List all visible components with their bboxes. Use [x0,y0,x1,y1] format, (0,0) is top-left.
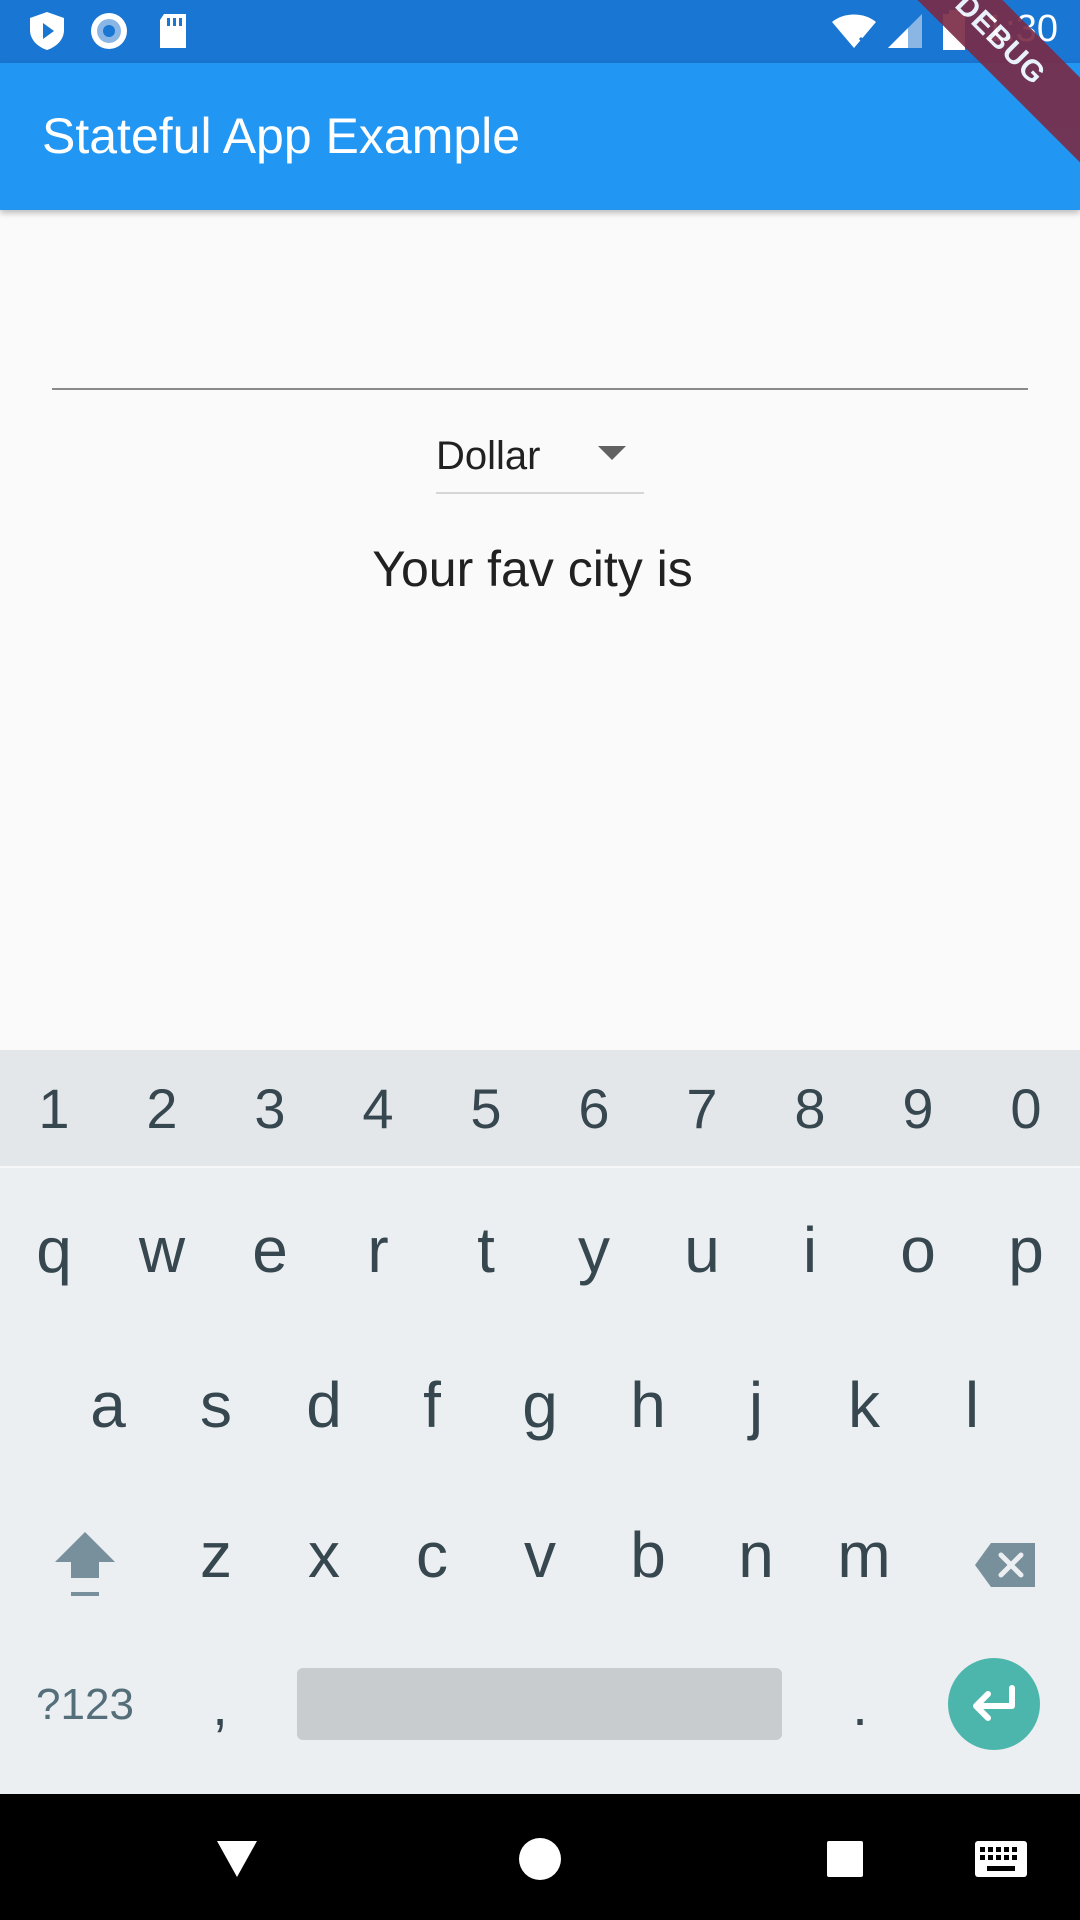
key-z[interactable]: z [162,1490,270,1620]
key-v[interactable]: v [486,1490,594,1620]
dropdown-selected-value: Dollar [436,433,541,478]
fav-city-text: Your fav city is [372,541,693,597]
home-icon [519,1838,561,1880]
app-bar: Stateful App Example [0,63,1080,210]
play-protect-icon [26,10,68,52]
currency-dropdown[interactable]: Dollar [436,420,644,494]
key-m[interactable]: m [810,1490,918,1620]
key-t[interactable]: t [432,1190,540,1310]
key-h[interactable]: h [594,1340,702,1470]
period-key[interactable]: . [810,1645,910,1765]
key-8[interactable]: 8 [756,1050,864,1166]
key-3[interactable]: 3 [216,1050,324,1166]
key-u[interactable]: u [648,1190,756,1310]
navigation-bar [0,1794,1080,1920]
key-9[interactable]: 9 [864,1050,972,1166]
enter-key[interactable] [948,1658,1040,1750]
key-6[interactable]: 6 [540,1050,648,1166]
key-4[interactable]: 4 [324,1050,432,1166]
city-text-field[interactable] [52,250,1028,390]
key-g[interactable]: g [486,1340,594,1470]
app-title: Stateful App Example [42,108,521,164]
keyboard-number-row: 1 2 3 4 5 6 7 8 9 0 [0,1050,1080,1168]
key-f[interactable]: f [378,1340,486,1470]
symbols-key[interactable]: ?123 [20,1645,150,1765]
keyboard-icon [975,1841,1027,1877]
recents-button[interactable] [810,1824,880,1894]
key-a[interactable]: a [54,1340,162,1470]
key-p[interactable]: p [972,1190,1080,1310]
keyboard-row-3: z x c v b n m [0,1490,1080,1620]
key-n[interactable]: n [702,1490,810,1620]
keyboard-row-1: q w e r t y u i o p [0,1190,1080,1310]
key-r[interactable]: r [324,1190,432,1310]
shift-key[interactable] [40,1510,130,1620]
key-x[interactable]: x [270,1490,378,1620]
key-w[interactable]: w [108,1190,216,1310]
key-d[interactable]: d [270,1340,378,1470]
dropdown-arrow-icon [598,446,626,460]
key-e[interactable]: e [216,1190,324,1310]
recents-icon [827,1841,863,1877]
status-bar: 1:30 [0,0,1080,63]
space-key[interactable] [297,1668,782,1740]
soft-keyboard: 1 2 3 4 5 6 7 8 9 0 q w e r t y u i o p … [0,1050,1080,1794]
key-y[interactable]: y [540,1190,648,1310]
record-icon [88,10,130,52]
key-1[interactable]: 1 [0,1050,108,1166]
backspace-key[interactable] [955,1510,1055,1620]
key-0[interactable]: 0 [972,1050,1080,1166]
keyboard-row-2: a s d f g h j k l [54,1340,1026,1470]
comma-key[interactable]: , [170,1645,270,1765]
backspace-icon [975,1543,1035,1587]
key-2[interactable]: 2 [108,1050,216,1166]
key-c[interactable]: c [378,1490,486,1620]
keyboard-switch-button[interactable] [966,1824,1036,1894]
key-i[interactable]: i [756,1190,864,1310]
back-button[interactable] [202,1824,272,1894]
key-q[interactable]: q [0,1190,108,1310]
signal-icon [884,10,926,52]
wifi-icon [830,10,878,52]
key-7[interactable]: 7 [648,1050,756,1166]
key-b[interactable]: b [594,1490,702,1620]
sd-card-icon [152,10,194,52]
shift-icon [55,1532,115,1596]
key-j[interactable]: j [702,1340,810,1470]
key-o[interactable]: o [864,1190,972,1310]
enter-icon [973,1685,1015,1721]
back-icon [217,1841,257,1877]
key-k[interactable]: k [810,1340,918,1470]
key-s[interactable]: s [162,1340,270,1470]
home-button[interactable] [505,1824,575,1894]
key-l[interactable]: l [918,1340,1026,1470]
key-5[interactable]: 5 [432,1050,540,1166]
